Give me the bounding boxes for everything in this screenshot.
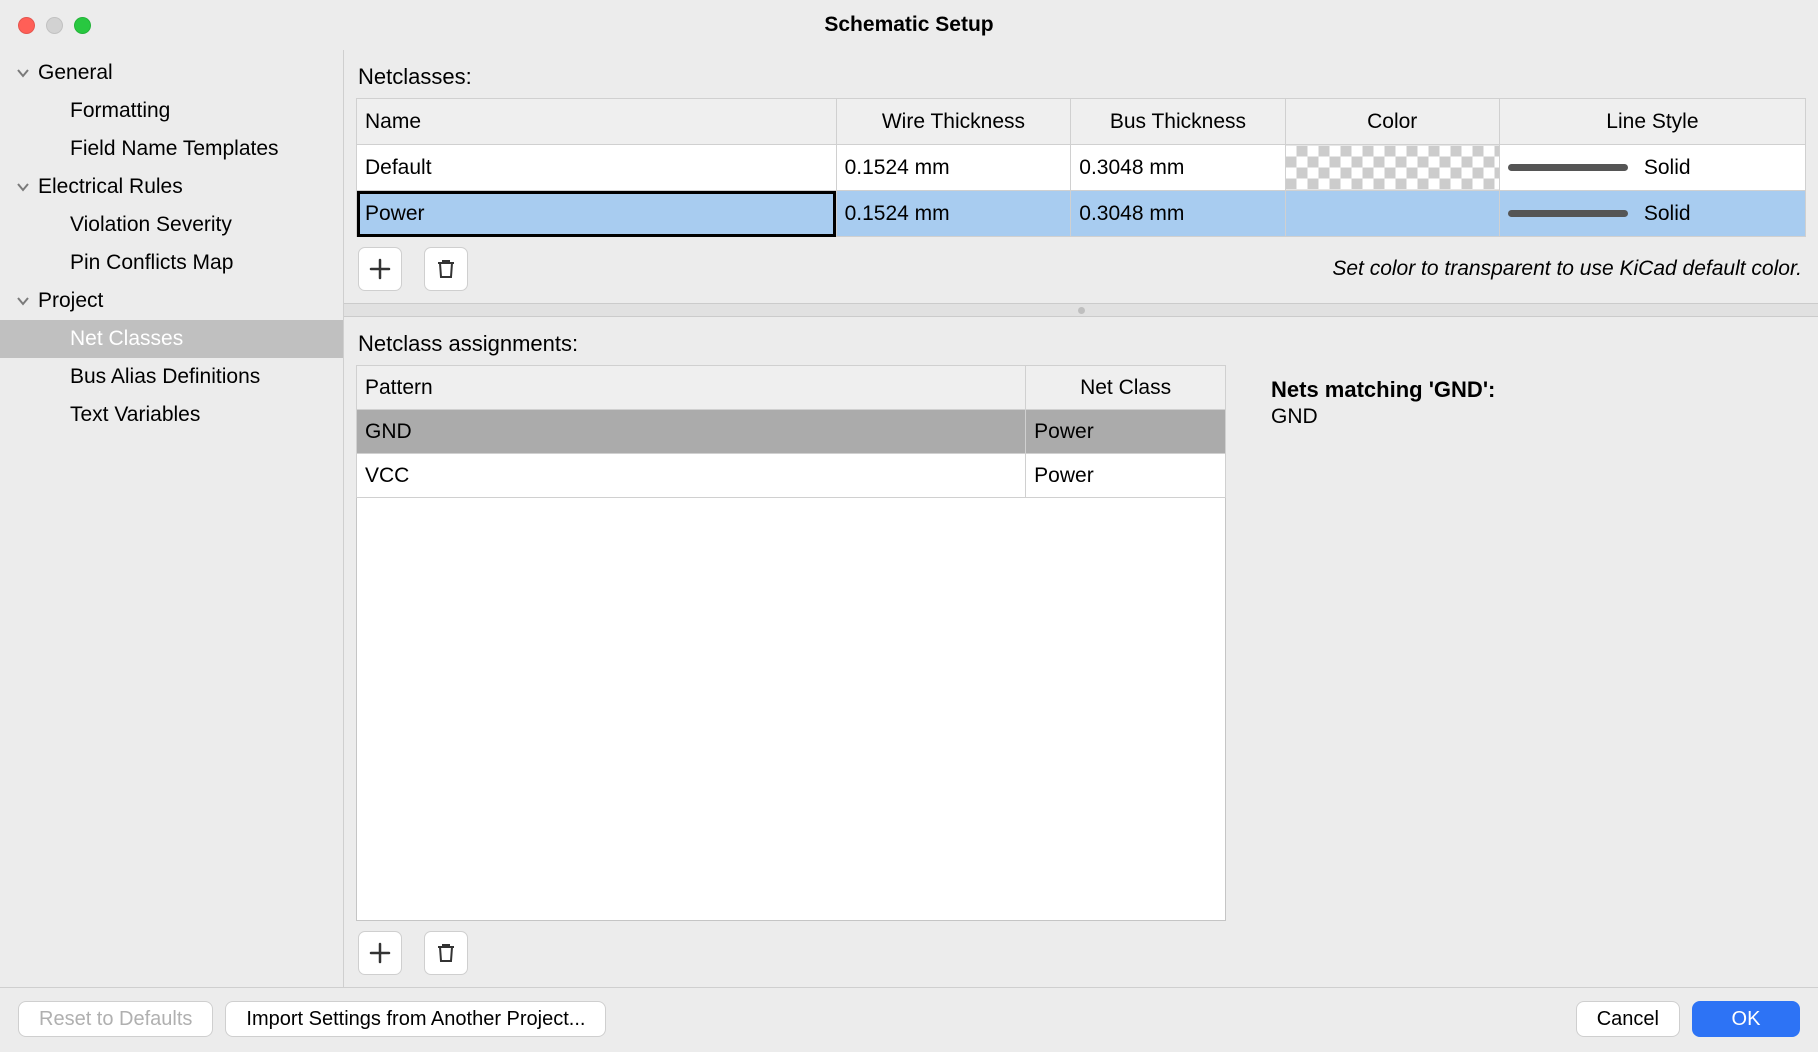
plus-icon — [369, 942, 391, 964]
cell-line-style[interactable]: Solid — [1499, 191, 1805, 237]
sidebar-group-label: Project — [38, 289, 103, 313]
col-color[interactable]: Color — [1285, 99, 1499, 145]
assignments-table-body-blank[interactable] — [356, 498, 1226, 921]
sidebar-group-general[interactable]: General — [0, 54, 343, 92]
cell-wire[interactable]: 0.1524 mm — [836, 191, 1071, 237]
add-assignment-button[interactable] — [358, 931, 402, 975]
sidebar: General Formatting Field Name Templates … — [0, 50, 344, 987]
import-settings-button[interactable]: Import Settings from Another Project... — [225, 1001, 606, 1037]
cell-bus[interactable]: 0.3048 mm — [1071, 191, 1285, 237]
col-wire-thickness[interactable]: Wire Thickness — [836, 99, 1071, 145]
table-row[interactable]: GND Power — [357, 410, 1226, 454]
sidebar-group-project[interactable]: Project — [0, 282, 343, 320]
sidebar-item-pin-conflicts-map[interactable]: Pin Conflicts Map — [0, 244, 343, 282]
chevron-down-icon — [14, 67, 32, 79]
sidebar-group-label: Electrical Rules — [38, 175, 183, 199]
sidebar-item-field-name-templates[interactable]: Field Name Templates — [0, 130, 343, 168]
horizontal-splitter[interactable] — [344, 303, 1818, 317]
plus-icon — [369, 258, 391, 280]
col-net-class[interactable]: Net Class — [1026, 366, 1226, 410]
netclasses-heading: Netclasses: — [344, 50, 1818, 98]
zoom-window-button[interactable] — [74, 17, 91, 34]
delete-netclass-button[interactable] — [424, 247, 468, 291]
col-line-style[interactable]: Line Style — [1499, 99, 1805, 145]
sidebar-item-net-classes[interactable]: Net Classes — [0, 320, 343, 358]
trash-icon — [435, 942, 457, 964]
trash-icon — [435, 258, 457, 280]
cell-color[interactable] — [1285, 145, 1499, 191]
titlebar: Schematic Setup — [0, 0, 1818, 50]
cell-wire[interactable]: 0.1524 mm — [836, 145, 1071, 191]
reset-to-defaults-button[interactable]: Reset to Defaults — [18, 1001, 213, 1037]
content-pane: Netclasses: Name Wire Thickness Bus Thic… — [344, 50, 1818, 987]
table-row[interactable]: Default 0.1524 mm 0.3048 mm Solid — [357, 145, 1806, 191]
add-netclass-button[interactable] — [358, 247, 402, 291]
line-preview-icon — [1508, 164, 1628, 171]
table-row[interactable]: Power 0.1524 mm 0.3048 mm Solid — [357, 191, 1806, 237]
col-bus-thickness[interactable]: Bus Thickness — [1071, 99, 1285, 145]
cell-netclass[interactable]: Power — [1026, 410, 1226, 454]
traffic-lights — [18, 17, 91, 34]
cell-line-style[interactable]: Solid — [1499, 145, 1805, 191]
footer: Reset to Defaults Import Settings from A… — [0, 988, 1818, 1050]
sidebar-item-violation-severity[interactable]: Violation Severity — [0, 206, 343, 244]
sidebar-item-bus-alias-definitions[interactable]: Bus Alias Definitions — [0, 358, 343, 396]
cell-color[interactable] — [1285, 191, 1499, 237]
window-title: Schematic Setup — [824, 13, 993, 37]
col-pattern[interactable]: Pattern — [357, 366, 1026, 410]
close-window-button[interactable] — [18, 17, 35, 34]
sidebar-group-electrical-rules[interactable]: Electrical Rules — [0, 168, 343, 206]
assignments-table[interactable]: Pattern Net Class GND Power VCC Power — [356, 365, 1226, 498]
delete-assignment-button[interactable] — [424, 931, 468, 975]
cell-pattern[interactable]: GND — [357, 410, 1026, 454]
line-preview-icon — [1508, 210, 1628, 217]
cell-netclass[interactable]: Power — [1026, 454, 1226, 498]
matching-net-item: GND — [1271, 405, 1796, 429]
assignments-heading: Netclass assignments: — [344, 317, 1818, 365]
chevron-down-icon — [14, 295, 32, 307]
netclasses-table[interactable]: Name Wire Thickness Bus Thickness Color … — [356, 98, 1806, 237]
netclasses-hint: Set color to transparent to use KiCad de… — [1332, 257, 1804, 281]
minimize-window-button — [46, 17, 63, 34]
cell-pattern[interactable]: VCC — [357, 454, 1026, 498]
sidebar-item-text-variables[interactable]: Text Variables — [0, 396, 343, 434]
ok-button[interactable]: OK — [1692, 1001, 1800, 1037]
sidebar-item-formatting[interactable]: Formatting — [0, 92, 343, 130]
cell-name[interactable]: Default — [357, 145, 837, 191]
cancel-button[interactable]: Cancel — [1576, 1001, 1680, 1037]
col-name[interactable]: Name — [357, 99, 837, 145]
table-row[interactable]: VCC Power — [357, 454, 1226, 498]
cell-name[interactable]: Power — [357, 191, 837, 237]
matching-nets-panel: Nets matching 'GND': GND — [1229, 365, 1818, 987]
matching-nets-heading: Nets matching 'GND': — [1271, 377, 1796, 403]
sidebar-group-label: General — [38, 61, 113, 85]
chevron-down-icon — [14, 181, 32, 193]
cell-bus[interactable]: 0.3048 mm — [1071, 145, 1285, 191]
